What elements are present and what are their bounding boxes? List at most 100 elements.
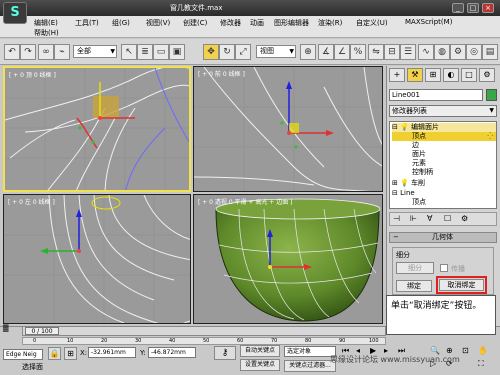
layers-icon[interactable]: ☰ [400, 44, 416, 60]
time-slider[interactable]: 0 / 100 [22, 326, 386, 336]
viewport-label[interactable]: [ + 0 顶 0 线框 ] [9, 70, 56, 79]
menu-maxscript[interactable]: MAXScript(M) [405, 18, 452, 26]
show-end-result-icon[interactable]: ⊩ [410, 214, 417, 223]
modifier-list-dropdown[interactable]: 修改器列表 ▼ [389, 105, 497, 117]
maxscript-listener[interactable]: Edge Neig [3, 349, 43, 360]
auto-key-button[interactable]: 自动关键点 [240, 345, 280, 357]
menu-help[interactable]: 帮助(H) [34, 28, 59, 38]
set-key-button[interactable]: 设置关键点 [240, 359, 280, 371]
stack-item-edge[interactable]: 边 [412, 141, 419, 150]
pivot-icon[interactable]: ⊕ [300, 44, 316, 60]
menu-rendering[interactable]: 渲染(R) [318, 18, 342, 28]
geometry-rollout-header[interactable]: − 几何体 [389, 232, 497, 243]
move-icon[interactable]: ✥ [203, 44, 219, 60]
tab-hierarchy[interactable]: ⊞ [425, 68, 441, 82]
menu-customize[interactable]: 自定义(U) [356, 18, 388, 28]
pan-icon[interactable]: ✋ [478, 346, 488, 355]
stack-item-line[interactable]: ⊟ Line [392, 189, 415, 198]
track-bar[interactable]: 0 10 20 30 40 50 60 70 80 90 100 [22, 337, 386, 345]
select-by-name-icon[interactable]: ≣ [137, 44, 153, 60]
viewport-front[interactable]: [ + 0 前 0 线框 ] [193, 66, 383, 192]
zoom-extents-icon[interactable]: ⊡ [462, 346, 469, 355]
stack-item-patch[interactable]: 面片 [412, 150, 426, 159]
select-region-icon[interactable]: ▭ [153, 44, 169, 60]
tab-modify[interactable]: ⚒ [407, 68, 423, 82]
track-view-icon[interactable]: ≣ [2, 324, 18, 336]
make-unique-icon[interactable]: ∀ [427, 214, 432, 223]
angle-snap-icon[interactable]: ∠ [334, 44, 350, 60]
tab-display[interactable]: □ [461, 68, 477, 82]
curve-editor-icon[interactable]: ∿ [418, 44, 434, 60]
material-icon[interactable]: ◍ [434, 44, 450, 60]
time-slider-thumb[interactable]: 0 / 100 [25, 327, 59, 335]
stack-item-element[interactable]: 元素 [412, 159, 426, 168]
mirror-icon[interactable]: ⇋ [368, 44, 384, 60]
select-icon[interactable]: ↖ [121, 44, 137, 60]
propagate-checkbox[interactable] [440, 264, 448, 272]
stack-item-line-vertex[interactable]: 顶点 [412, 198, 426, 207]
stack-item-edit-patch[interactable]: ⊟ 💡 编辑面片 [392, 123, 496, 132]
snap-icon[interactable]: ∡ [318, 44, 334, 60]
menu-view[interactable]: 视图(V) [146, 18, 170, 28]
key-selection-dropdown[interactable]: 选定对象 [284, 346, 336, 357]
undo-icon[interactable]: ↶ [4, 44, 20, 60]
viewport-label[interactable]: [ + 0 透视 0 平滑 + 高光 + 边面 ] [198, 197, 292, 206]
modifier-stack[interactable]: ⊟ 💡 编辑面片 顶点 ⁛ 边 面片 元素 控制柄 ⊞ 💡 车削 ⊟ Line … [389, 121, 497, 209]
link-icon[interactable]: ∞ [38, 44, 54, 60]
rotate-icon[interactable]: ↻ [219, 44, 235, 60]
reference-coord-dropdown[interactable]: 视图 ▼ [256, 45, 296, 58]
tab-motion[interactable]: ◐ [443, 68, 459, 82]
redo-icon[interactable]: ↷ [20, 44, 36, 60]
subdivide-button[interactable]: 细分 [396, 262, 434, 274]
menu-edit[interactable]: 编辑(E) [34, 18, 58, 28]
scale-icon[interactable]: ⤢ [235, 44, 251, 60]
tab-create[interactable]: + [389, 68, 405, 82]
stack-item-handle[interactable]: 控制柄 [412, 168, 433, 177]
menu-modifiers[interactable]: 修改器 [220, 18, 241, 28]
percent-snap-icon[interactable]: % [350, 44, 366, 60]
bind-button[interactable]: 绑定 [396, 280, 432, 292]
align-icon[interactable]: ⊟ [384, 44, 400, 60]
lightbulb-icon[interactable]: 💡 [400, 123, 409, 131]
minimize-button[interactable]: _ [452, 3, 464, 13]
object-name-field[interactable]: Line001 [389, 89, 483, 101]
render-frame-icon[interactable]: ▤ [482, 44, 498, 60]
render-setup-icon[interactable]: ⚙ [450, 44, 466, 60]
key-filters-button[interactable]: 关键点过滤器... [284, 360, 336, 372]
viewport-top[interactable]: [ + 0 顶 0 线框 ] [3, 66, 191, 192]
menu-animation[interactable]: 动画 [250, 18, 264, 28]
menu-group[interactable]: 组(G) [112, 18, 130, 28]
configure-sets-icon[interactable]: ⚙ [461, 214, 468, 223]
viewport-label[interactable]: [ + 0 左 0 线框 ] [8, 197, 55, 206]
maximize-button[interactable]: □ [467, 3, 479, 13]
expand-icon[interactable]: ⊟ [392, 189, 398, 197]
object-color-swatch[interactable] [486, 89, 497, 101]
app-logo-icon[interactable]: S [3, 2, 27, 24]
collapse-icon[interactable]: − [390, 233, 399, 241]
viewport-label[interactable]: [ + 0 前 0 线框 ] [198, 69, 245, 78]
remove-modifier-icon[interactable]: ☐ [444, 214, 451, 223]
viewport-left[interactable]: [ + 0 左 0 线框 ] [3, 194, 191, 324]
viewport-perspective[interactable]: [ + 0 透视 0 平滑 + 高光 + 边面 ] [193, 194, 383, 324]
close-button[interactable]: × [482, 3, 494, 13]
absolute-mode-icon[interactable]: ⊞ [64, 347, 77, 360]
x-coordinate-field[interactable]: -32.961mm [88, 347, 136, 358]
y-coordinate-field[interactable]: -46.872mm [148, 347, 196, 358]
maximize-viewport-icon[interactable]: ⛶ [478, 359, 484, 369]
selection-filter-dropdown[interactable]: 全部 ▼ [73, 45, 117, 58]
stack-item-lathe[interactable]: ⊞ 💡 车削 [392, 179, 425, 188]
lock-selection-icon[interactable]: 🔒 [48, 347, 61, 360]
menu-create[interactable]: 创建(C) [183, 18, 207, 28]
render-icon[interactable]: ◎ [466, 44, 482, 60]
tab-utilities[interactable]: ⚙ [479, 68, 495, 82]
window-crossing-icon[interactable]: ▣ [169, 44, 185, 60]
stack-item-vertex[interactable]: 顶点 ⁛ [392, 132, 496, 141]
expand-icon[interactable]: ⊟ [392, 123, 398, 131]
menu-graph-editors[interactable]: 图形编辑器 [274, 18, 309, 28]
pin-stack-icon[interactable]: ⊣ [393, 214, 400, 223]
key-icon[interactable]: ⚷ [214, 346, 236, 360]
unlink-icon[interactable]: ⌁ [54, 44, 70, 60]
menu-tools[interactable]: 工具(T) [75, 18, 99, 28]
lightbulb-icon[interactable]: 💡 [400, 179, 409, 187]
expand-icon[interactable]: ⊞ [392, 179, 398, 187]
